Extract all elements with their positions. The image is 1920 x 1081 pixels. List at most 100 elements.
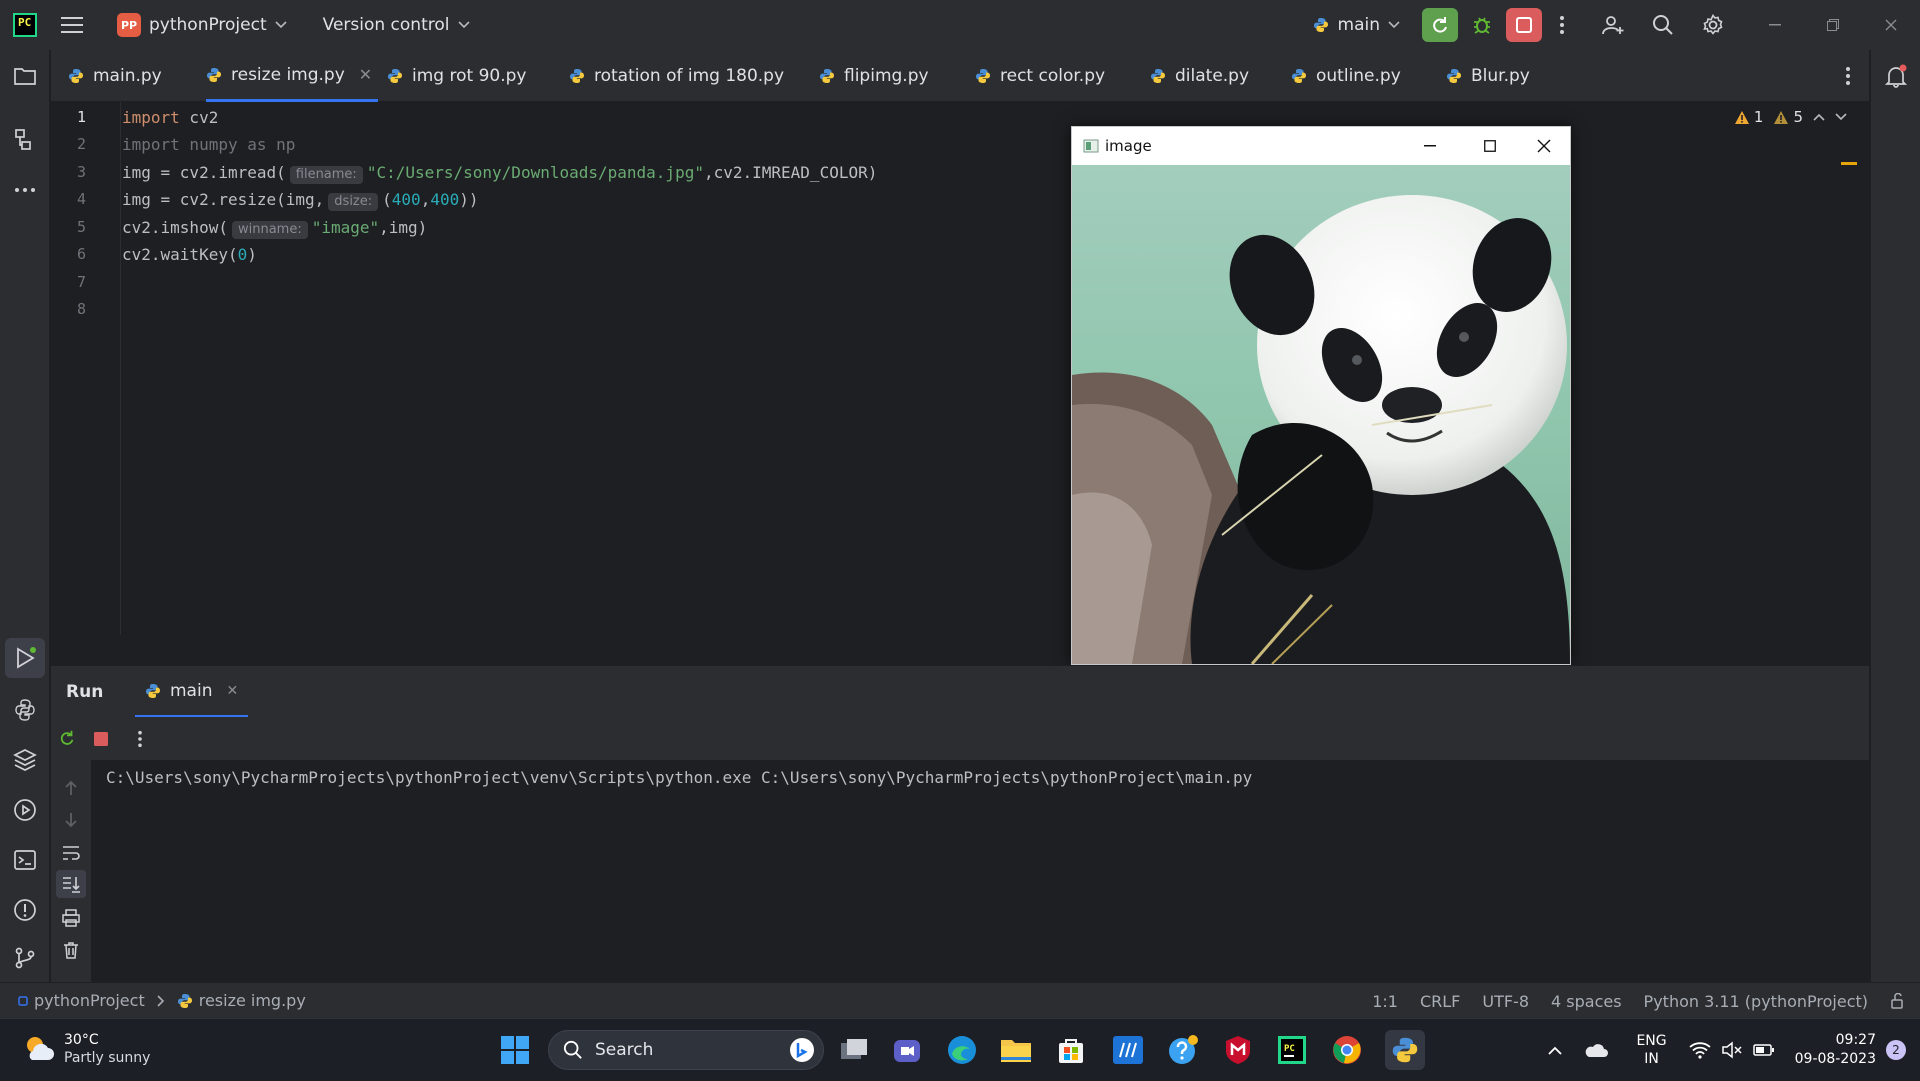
stop-button[interactable] xyxy=(1506,8,1542,42)
restore-window-button[interactable] xyxy=(1804,0,1862,50)
pycharm-logo-icon[interactable]: PC xyxy=(13,13,37,37)
chevron-up-icon[interactable] xyxy=(1548,1046,1563,1055)
chrome-button[interactable] xyxy=(1329,1032,1365,1068)
close-tab-icon[interactable]: ✕ xyxy=(359,65,372,84)
clock[interactable]: 09:27 09-08-2023 xyxy=(1795,1031,1876,1069)
weather-widget[interactable]: 30°C Partly sunny xyxy=(22,1031,150,1067)
task-view-button[interactable] xyxy=(836,1032,872,1068)
chevron-up-icon[interactable] xyxy=(1813,113,1825,121)
project-icon xyxy=(18,995,28,1006)
rerun-icon[interactable] xyxy=(58,729,76,747)
python-app-taskbar-button[interactable] xyxy=(1385,1030,1425,1070)
store-button[interactable] xyxy=(1053,1032,1089,1068)
arrow-down-icon[interactable] xyxy=(61,810,81,830)
breadcrumb-file[interactable]: resize img.py xyxy=(199,991,306,1010)
pycharm-icon: PC xyxy=(1278,1036,1306,1064)
tab-flipimg-py[interactable]: flipimg.py xyxy=(819,50,929,102)
wifi-icon[interactable] xyxy=(1689,1041,1711,1059)
arrow-up-icon[interactable] xyxy=(61,778,81,798)
volume-muted-icon[interactable] xyxy=(1721,1041,1743,1059)
line-separator[interactable]: CRLF xyxy=(1420,992,1460,1011)
inspections-widget[interactable]: 1 5 xyxy=(1734,108,1847,126)
battery-icon[interactable] xyxy=(1752,1043,1775,1057)
settings-button[interactable] xyxy=(1688,14,1738,36)
folder-icon[interactable] xyxy=(13,64,37,88)
minimize-window-button[interactable] xyxy=(1746,0,1804,50)
structure-icon[interactable] xyxy=(13,128,37,152)
debug-button[interactable] xyxy=(1464,8,1500,42)
git-icon[interactable] xyxy=(13,946,37,970)
tab-dilate-py[interactable]: dilate.py xyxy=(1150,50,1249,102)
taskbar-search[interactable]: Search xyxy=(548,1030,824,1070)
run-tab-main[interactable]: main ✕ xyxy=(135,666,249,718)
mcafee-button[interactable] xyxy=(1220,1032,1256,1068)
onedrive-icon[interactable] xyxy=(1584,1042,1609,1058)
more-vertical-icon[interactable] xyxy=(137,730,143,748)
image-window-titlebar[interactable]: image xyxy=(1072,127,1570,165)
trash-icon[interactable] xyxy=(61,940,81,960)
run-console[interactable]: C:\Users\sony\PycharmProjects\pythonProj… xyxy=(51,760,1869,982)
python-console-icon[interactable] xyxy=(13,698,37,722)
version-control-menu[interactable]: Version control xyxy=(315,0,470,50)
python-interpreter[interactable]: Python 3.11 (pythonProject) xyxy=(1644,992,1868,1011)
soft-wrap-icon[interactable] xyxy=(61,843,81,863)
chevron-right-icon xyxy=(157,994,164,1007)
python-file-icon xyxy=(570,69,584,83)
caret-position[interactable]: 1:1 xyxy=(1372,992,1398,1011)
terminal-icon[interactable] xyxy=(13,848,37,872)
notification-badge[interactable]: 2 xyxy=(1886,1040,1906,1060)
start-button[interactable] xyxy=(497,1032,533,1068)
search-everywhere-button[interactable] xyxy=(1638,14,1688,36)
more-tools-icon[interactable] xyxy=(13,178,37,202)
image-close-button[interactable] xyxy=(1516,127,1572,165)
services-icon[interactable] xyxy=(13,798,37,822)
python-file-icon xyxy=(207,67,221,82)
python-packages-icon[interactable] xyxy=(13,748,37,772)
run-config-selector[interactable]: main xyxy=(1313,0,1400,50)
image-minimize-button[interactable] xyxy=(1402,127,1458,165)
python-icon xyxy=(1313,18,1328,32)
edge-button[interactable] xyxy=(944,1032,980,1068)
tab-rotation-180-py[interactable]: rotation of img 180.py xyxy=(569,50,784,102)
lock-icon[interactable] xyxy=(1890,993,1906,1009)
more-actions-button[interactable] xyxy=(1542,15,1582,35)
tab-outline-py[interactable]: outline.py xyxy=(1291,50,1401,102)
problems-icon[interactable] xyxy=(13,898,37,922)
close-run-tab-icon[interactable]: ✕ xyxy=(226,683,238,699)
tab-resize-img-py[interactable]: resize img.py ✕ xyxy=(206,50,379,102)
line-number: 6 xyxy=(76,245,86,263)
tab-img-rot-90-py[interactable]: img rot 90.py xyxy=(387,50,526,102)
chevron-down-icon[interactable] xyxy=(1835,113,1847,121)
opencv-image-window[interactable]: image xyxy=(1071,126,1571,665)
code-editor[interactable]: 1 2 3 4 5 6 7 8 import cv2 import numpy … xyxy=(51,102,1869,635)
tab-blur-py[interactable]: Blur.py xyxy=(1446,50,1530,102)
tab-rect-color-py[interactable]: rect color.py xyxy=(975,50,1105,102)
run-tool-button[interactable] xyxy=(5,638,45,678)
console-output-line: C:\Users\sony\PycharmProjects\pythonProj… xyxy=(106,768,1253,787)
scroll-to-end-button[interactable] xyxy=(56,870,86,898)
print-icon[interactable] xyxy=(61,908,81,928)
indent-setting[interactable]: 4 spaces xyxy=(1551,992,1622,1011)
python-file-icon xyxy=(976,69,990,83)
teams-button[interactable] xyxy=(889,1032,925,1068)
warning-stripe-marker[interactable] xyxy=(1841,162,1857,165)
notifications-button[interactable] xyxy=(1884,64,1908,88)
pycharm-taskbar-button[interactable]: PC xyxy=(1274,1032,1310,1068)
help-app-button[interactable] xyxy=(1165,1032,1201,1068)
gear-icon xyxy=(1703,14,1723,35)
image-maximize-button[interactable] xyxy=(1462,127,1518,165)
project-selector[interactable]: PP pythonProject xyxy=(83,0,287,50)
tab-list-button[interactable] xyxy=(1845,66,1851,86)
file-explorer-button[interactable] xyxy=(998,1032,1034,1068)
hp-app-button[interactable] xyxy=(1110,1032,1146,1068)
rerun-button[interactable] xyxy=(1422,8,1458,42)
python-icon xyxy=(1392,1037,1418,1063)
breadcrumb-project[interactable]: pythonProject xyxy=(34,991,145,1010)
language-indicator[interactable]: ENG IN xyxy=(1636,1032,1666,1068)
tab-main-py[interactable]: main.py xyxy=(68,50,162,102)
close-window-button[interactable] xyxy=(1862,0,1920,50)
main-menu-icon[interactable] xyxy=(61,16,83,34)
stop-icon[interactable] xyxy=(93,731,109,747)
file-encoding[interactable]: UTF-8 xyxy=(1482,992,1529,1011)
code-with-me-button[interactable] xyxy=(1588,13,1638,37)
